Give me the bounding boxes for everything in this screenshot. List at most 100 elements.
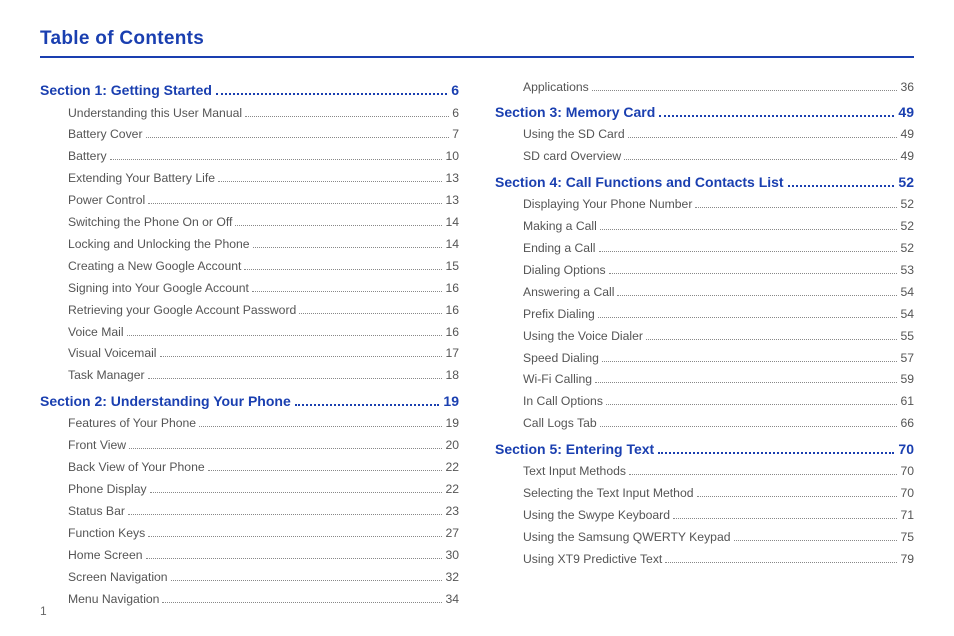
toc-entry[interactable]: Ending a Call52 (523, 238, 914, 260)
toc-entry-label: Voice Mail (68, 323, 124, 342)
toc-entry[interactable]: Wi-Fi Calling59 (523, 369, 914, 391)
toc-leader-dots (595, 376, 897, 383)
toc-entry-page: 52 (900, 217, 914, 236)
toc-entry[interactable]: In Call Options61 (523, 391, 914, 413)
toc-entry[interactable]: SD card Overview49 (523, 146, 914, 168)
toc-entry[interactable]: Using the SD Card49 (523, 124, 914, 146)
toc-section[interactable]: Section 5: Entering Text70 (495, 441, 914, 457)
toc-entry[interactable]: Using the Voice Dialer55 (523, 325, 914, 347)
toc-leader-dots (253, 241, 443, 248)
toc-entry[interactable]: Function Keys 27 (68, 522, 459, 544)
toc-entry-label: Call Logs Tab (523, 414, 597, 433)
toc-entry-label: Retrieving your Google Account Password (68, 301, 296, 320)
toc-entry[interactable]: Power Control13 (68, 190, 459, 212)
toc-entry[interactable]: Using the Swype Keyboard 71 (523, 505, 914, 527)
toc-entry[interactable]: Making a Call52 (523, 216, 914, 238)
toc-entry[interactable]: Call Logs Tab66 (523, 413, 914, 435)
toc-entry[interactable]: Applications36 (523, 76, 914, 98)
toc-leader-dots (235, 219, 442, 226)
toc-entry[interactable]: Selecting the Text Input Method70 (523, 483, 914, 505)
toc-leader-dots (602, 354, 898, 361)
toc-entry[interactable]: Battery10 (68, 146, 459, 168)
toc-entry[interactable]: Answering a Call54 (523, 281, 914, 303)
toc-leader-dots (629, 468, 897, 475)
toc-entry[interactable]: Retrieving your Google Account Password 1… (68, 299, 459, 321)
toc-leader-dots (697, 490, 898, 497)
toc-entry-label: Locking and Unlocking the Phone (68, 235, 250, 254)
toc-entry-label: Wi-Fi Calling (523, 370, 592, 389)
toc-entry[interactable]: Front View20 (68, 435, 459, 457)
toc-entry[interactable]: Locking and Unlocking the Phone14 (68, 233, 459, 255)
toc-section[interactable]: Section 3: Memory Card 49 (495, 104, 914, 120)
toc-entry-label: Using the Swype Keyboard (523, 506, 670, 525)
toc-entry[interactable]: Dialing Options53 (523, 259, 914, 281)
toc-section[interactable]: Section 4: Call Functions and Contacts L… (495, 174, 914, 190)
toc-entry[interactable]: Prefix Dialing54 (523, 303, 914, 325)
toc-entry[interactable]: Using the Samsung QWERTY Keypad75 (523, 526, 914, 548)
toc-leader-dots (218, 175, 442, 182)
toc-entry[interactable]: Extending Your Battery Life13 (68, 168, 459, 190)
toc-leader-dots (600, 223, 898, 230)
toc-entry[interactable]: Back View of Your Phone22 (68, 457, 459, 479)
toc-entry[interactable]: Creating a New Google Account15 (68, 255, 459, 277)
toc-section-page: 49 (898, 104, 914, 120)
toc-leader-dots (245, 109, 449, 116)
toc-entry-page: 19 (445, 414, 459, 433)
toc-entry[interactable]: Voice Mail16 (68, 321, 459, 343)
toc-entry-label: Speed Dialing (523, 349, 599, 368)
toc-section-label: Section 1: Getting Started (40, 82, 212, 98)
toc-entry[interactable]: Understanding this User Manual 6 (68, 102, 459, 124)
toc-entry-page: 49 (900, 125, 914, 144)
toc-leader-dots (295, 397, 440, 405)
toc-section[interactable]: Section 1: Getting Started6 (40, 82, 459, 98)
page-number: 1 (40, 604, 47, 618)
toc-entry-page: 7 (452, 125, 459, 144)
toc-entry[interactable]: Speed Dialing57 (523, 347, 914, 369)
toc-leader-dots (624, 153, 897, 160)
toc-entry-label: Understanding this User Manual (68, 104, 242, 123)
toc-entry[interactable]: Displaying Your Phone Number52 (523, 194, 914, 216)
toc-entry[interactable]: Using XT9 Predictive Text79 (523, 548, 914, 570)
toc-leader-dots (299, 306, 442, 313)
toc-entry[interactable]: Switching the Phone On or Off14 (68, 212, 459, 234)
toc-entry-label: Function Keys (68, 524, 145, 543)
toc-section-label: Section 5: Entering Text (495, 441, 654, 457)
toc-entry-label: Using XT9 Predictive Text (523, 550, 662, 569)
toc-entry-page: 16 (445, 301, 459, 320)
toc-column-right: Applications36Section 3: Memory Card49Us… (495, 76, 914, 610)
toc-entry[interactable]: Home Screen30 (68, 544, 459, 566)
toc-entry[interactable]: Signing into Your Google Account16 (68, 277, 459, 299)
toc-leader-dots (592, 83, 898, 90)
toc-section-page: 52 (898, 174, 914, 190)
toc-entry-page: 27 (445, 524, 459, 543)
toc-section-label: Section 3: Memory Card (495, 104, 655, 120)
toc-entry-page: 54 (900, 283, 914, 302)
toc-entry-page: 34 (445, 590, 459, 609)
toc-entry[interactable]: Task Manager18 (68, 365, 459, 387)
toc-entry[interactable]: Battery Cover7 (68, 124, 459, 146)
toc-entry[interactable]: Phone Display22 (68, 479, 459, 501)
toc-entry[interactable]: Text Input Methods70 (523, 461, 914, 483)
toc-entry[interactable]: Features of Your Phone19 (68, 413, 459, 435)
toc-entry-page: 71 (900, 506, 914, 525)
toc-entry-page: 13 (445, 191, 459, 210)
toc-entry-label: Status Bar (68, 502, 125, 521)
toc-entry-page: 17 (445, 344, 459, 363)
toc-columns: Section 1: Getting Started6Understanding… (40, 76, 914, 610)
toc-entry-page: 30 (445, 546, 459, 565)
toc-leader-dots (148, 530, 442, 537)
toc-entry-page: 6 (452, 104, 459, 123)
toc-section[interactable]: Section 2: Understanding Your Phone19 (40, 393, 459, 409)
toc-entry[interactable]: Status Bar23 (68, 500, 459, 522)
toc-entry[interactable]: Visual Voicemail17 (68, 343, 459, 365)
toc-leader-dots (600, 420, 898, 427)
toc-entry-page: 54 (900, 305, 914, 324)
toc-leader-dots (659, 109, 894, 117)
toc-entry-page: 55 (900, 327, 914, 346)
toc-leader-dots (598, 310, 898, 317)
toc-entry[interactable]: Menu Navigation34 (68, 588, 459, 610)
toc-leader-dots (606, 398, 898, 405)
toc-entry[interactable]: Screen Navigation32 (68, 566, 459, 588)
toc-entry-label: Applications (523, 78, 589, 97)
toc-leader-dots (148, 197, 442, 204)
